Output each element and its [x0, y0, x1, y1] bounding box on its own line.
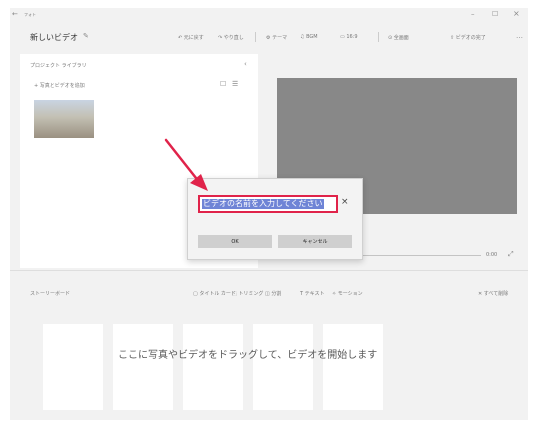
- pointer-arrow-annotation: [164, 138, 208, 191]
